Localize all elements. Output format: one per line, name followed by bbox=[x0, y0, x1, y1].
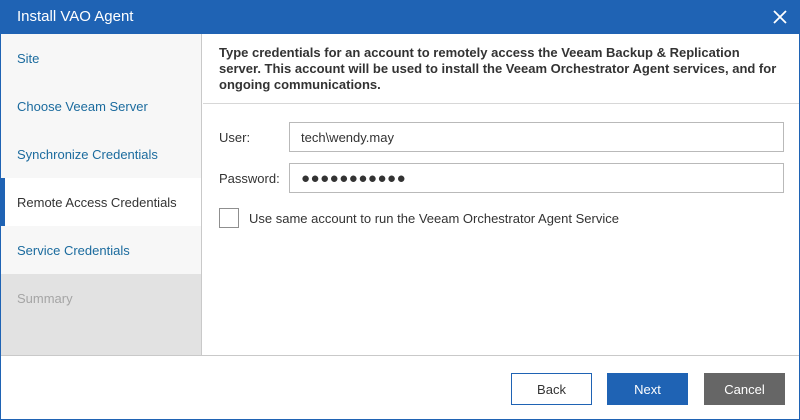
user-label: User: bbox=[219, 130, 251, 145]
close-button[interactable] bbox=[767, 5, 793, 29]
next-button[interactable]: Next bbox=[607, 373, 688, 405]
step-synchronize-credentials[interactable]: Synchronize Credentials bbox=[1, 130, 201, 178]
dialog-title: Install VAO Agent bbox=[17, 8, 134, 25]
divider bbox=[203, 103, 799, 104]
step-remote-access-credentials[interactable]: Remote Access Credentials bbox=[1, 178, 201, 226]
step-label: Remote Access Credentials bbox=[17, 194, 177, 210]
step-label: Synchronize Credentials bbox=[17, 146, 158, 162]
password-input[interactable] bbox=[289, 163, 784, 193]
same-account-checkbox[interactable] bbox=[219, 208, 239, 228]
user-input[interactable] bbox=[289, 122, 784, 152]
title-bar: Install VAO Agent bbox=[1, 1, 799, 34]
step-label: Choose Veeam Server bbox=[17, 98, 148, 114]
step-label: Summary bbox=[17, 290, 73, 306]
install-vao-agent-dialog: Install VAO Agent Site Choose Veeam Serv… bbox=[0, 0, 800, 420]
same-account-label: Use same account to run the Veeam Orches… bbox=[249, 210, 619, 226]
cancel-button[interactable]: Cancel bbox=[704, 373, 785, 405]
wizard-steps: Site Choose Veeam Server Synchronize Cre… bbox=[1, 34, 202, 355]
password-label: Password: bbox=[219, 171, 280, 186]
same-account-option[interactable]: Use same account to run the Veeam Orches… bbox=[219, 208, 619, 228]
step-choose-veeam-server[interactable]: Choose Veeam Server bbox=[1, 82, 201, 130]
back-button[interactable]: Back bbox=[511, 373, 592, 405]
step-label: Site bbox=[17, 50, 40, 66]
step-content: Type credentials for an account to remot… bbox=[203, 34, 799, 355]
step-label: Service Credentials bbox=[17, 242, 130, 258]
step-description: Type credentials for an account to remot… bbox=[219, 45, 777, 92]
step-summary: Summary bbox=[1, 274, 201, 322]
step-site[interactable]: Site bbox=[1, 34, 201, 82]
dialog-footer: Back Next Cancel bbox=[1, 355, 799, 419]
close-icon bbox=[773, 10, 787, 24]
step-service-credentials[interactable]: Service Credentials bbox=[1, 226, 201, 274]
